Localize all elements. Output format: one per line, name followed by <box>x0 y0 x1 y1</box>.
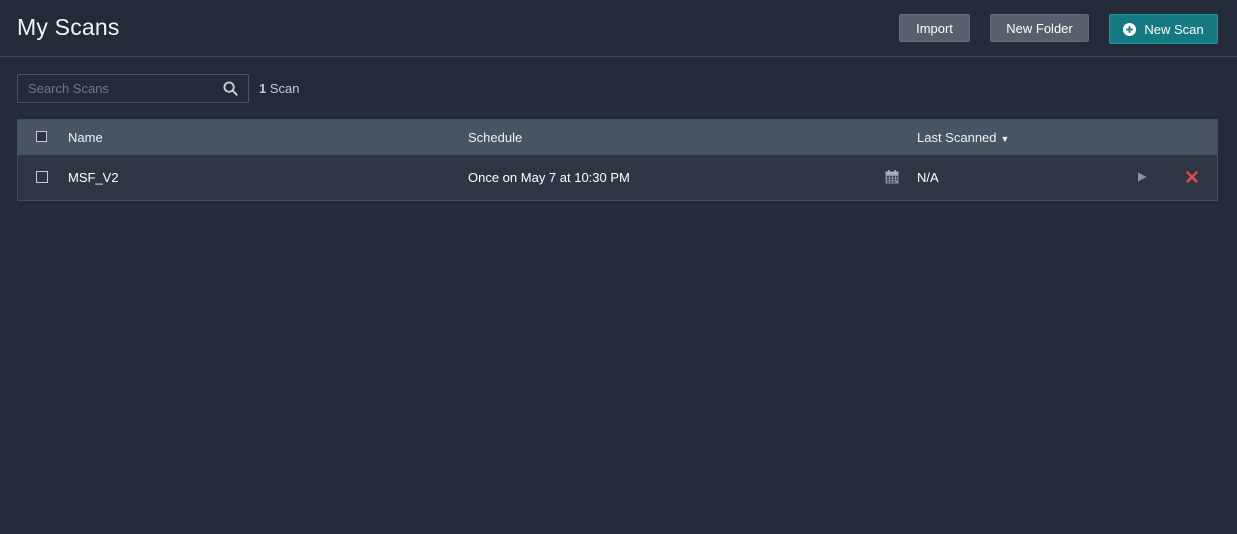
row-checkbox[interactable] <box>36 171 48 183</box>
column-header-last-scanned-label: Last Scanned <box>917 130 997 145</box>
new-scan-button[interactable]: New Scan <box>1109 14 1218 44</box>
select-all-checkbox[interactable] <box>36 131 47 142</box>
calendar-icon[interactable] <box>885 170 899 184</box>
column-header-schedule[interactable]: Schedule <box>468 130 522 145</box>
play-icon[interactable] <box>1137 172 1147 182</box>
scan-schedule: Once on May 7 at 10:30 PM <box>468 170 630 185</box>
page-title: My Scans <box>17 14 120 40</box>
search-box <box>17 74 249 103</box>
column-header-name[interactable]: Name <box>68 130 103 145</box>
scan-count-label: Scan <box>266 81 300 96</box>
table-row[interactable]: MSF_V2 Once on May 7 at 10:30 PM N/A <box>18 155 1217 200</box>
import-button[interactable]: Import <box>899 14 970 42</box>
new-folder-button-label: New Folder <box>1006 20 1073 36</box>
column-header-last-scanned[interactable]: Last Scanned ▼ <box>917 130 1009 145</box>
close-icon[interactable] <box>1186 171 1198 183</box>
plus-circle-icon <box>1123 22 1137 36</box>
search-icon[interactable] <box>223 81 238 96</box>
scan-last-scanned: N/A <box>917 170 939 185</box>
new-scan-button-label: New Scan <box>1144 21 1204 37</box>
sort-descending-icon: ▼ <box>1000 134 1010 144</box>
scans-table: Name Schedule Last Scanned ▼ MSF_V2 Once … <box>17 119 1218 201</box>
table-header: Name Schedule Last Scanned ▼ <box>18 120 1217 155</box>
page-header: My Scans Import New Folder New Scan <box>0 0 1237 57</box>
import-button-label: Import <box>916 20 953 36</box>
scan-count: 1 Scan <box>259 81 299 96</box>
search-input[interactable] <box>18 75 218 102</box>
new-folder-button[interactable]: New Folder <box>990 14 1089 42</box>
scan-name[interactable]: MSF_V2 <box>68 170 119 185</box>
